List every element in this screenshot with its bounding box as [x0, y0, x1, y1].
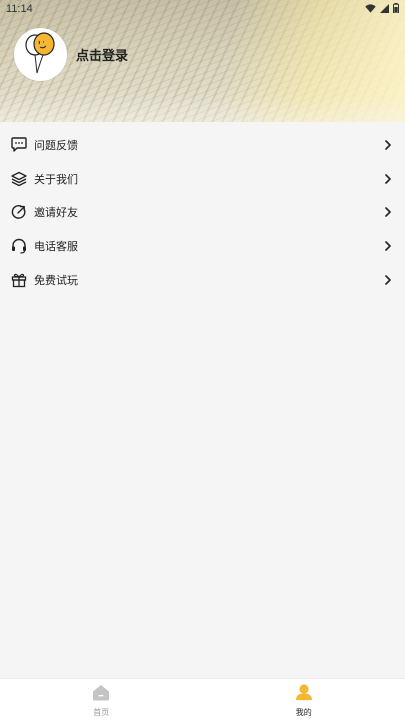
chevron-right-icon: [383, 241, 393, 251]
share-circle-icon: [10, 203, 28, 221]
status-icons: [365, 2, 399, 16]
chevron-right-icon: [383, 173, 393, 184]
headset-icon: [10, 237, 28, 255]
layers-icon: [10, 170, 28, 188]
menu-item-invite[interactable]: 邀请好友: [0, 195, 405, 229]
profile-login-area[interactable]: 点击登录: [14, 28, 128, 81]
balloon-icon: [23, 31, 59, 79]
signal-icon: [380, 3, 389, 16]
home-icon: [92, 684, 110, 705]
battery-icon: [393, 2, 399, 16]
menu-item-about[interactable]: 关于我们: [0, 162, 405, 196]
menu-item-phone-support[interactable]: 电话客服: [0, 229, 405, 263]
profile-screen: 11:14 点击登录 问题反馈 关于我们 邀请好友 电话客服 免费试玩 首页 我…: [0, 0, 405, 720]
gift-icon: [10, 271, 28, 289]
menu-item-feedback[interactable]: 问题反馈: [0, 128, 405, 162]
settings-menu: 问题反馈 关于我们 邀请好友 电话客服 免费试玩: [0, 128, 405, 297]
menu-item-label: 免费试玩: [34, 273, 78, 287]
chat-bubble-icon: [10, 136, 28, 154]
chevron-right-icon: [383, 140, 393, 150]
tab-label: 首页: [93, 707, 110, 717]
tab-label: 我的: [295, 708, 312, 717]
chevron-right-icon: [383, 207, 393, 218]
tab-home[interactable]: 首页: [0, 679, 203, 720]
login-label[interactable]: 点击登录: [76, 45, 128, 64]
bottom-tab-bar: 首页 我的: [0, 678, 405, 720]
menu-item-label: 邀请好友: [34, 206, 78, 220]
status-bar: 11:14: [0, 0, 405, 18]
status-time: 11:14: [6, 3, 33, 15]
menu-item-label: 关于我们: [34, 172, 78, 186]
user-icon: [295, 683, 313, 705]
avatar[interactable]: [14, 28, 67, 81]
wifi-icon: [365, 3, 376, 16]
chevron-right-icon: [383, 274, 393, 285]
menu-item-label: 电话客服: [34, 239, 78, 253]
tab-mine[interactable]: 我的: [203, 679, 405, 720]
menu-item-free-trial[interactable]: 免费试玩: [0, 263, 405, 297]
menu-item-label: 问题反馈: [34, 138, 78, 152]
